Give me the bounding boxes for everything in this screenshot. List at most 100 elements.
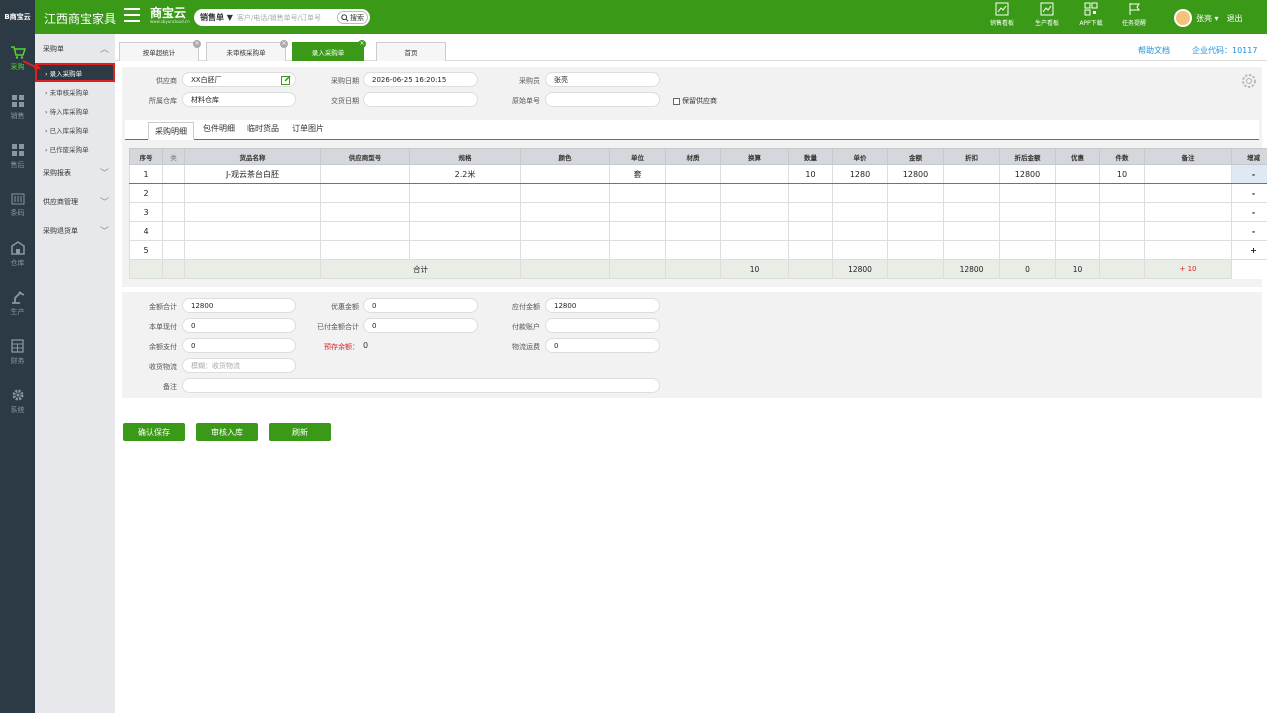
nav-sales[interactable]: 销售: [0, 83, 35, 132]
table-row[interactable]: 4-: [129, 221, 1267, 241]
table-cell[interactable]: J-观云茶台白胚: [184, 164, 321, 184]
table-cell[interactable]: [320, 183, 410, 203]
table-cell[interactable]: [943, 221, 1000, 241]
tab-order-images[interactable]: 订单图片: [292, 123, 324, 134]
table-cell[interactable]: [999, 183, 1056, 203]
table-cell[interactable]: [943, 202, 1000, 222]
table-cell[interactable]: [720, 221, 789, 241]
nav-finance[interactable]: 财务: [0, 328, 35, 377]
table-cell[interactable]: [520, 240, 610, 260]
table-cell[interactable]: [520, 221, 610, 241]
table-cell[interactable]: [887, 240, 944, 260]
table-cell[interactable]: 5: [129, 240, 163, 260]
table-cell[interactable]: [788, 202, 833, 222]
table-cell[interactable]: 10: [788, 164, 833, 184]
table-cell[interactable]: [665, 183, 721, 203]
table-cell[interactable]: [320, 240, 410, 260]
tab-home[interactable]: 首页: [376, 42, 446, 61]
note-field[interactable]: [182, 378, 660, 393]
logout-link[interactable]: 退出: [1227, 13, 1243, 24]
table-cell[interactable]: [788, 221, 833, 241]
menu-toggle-icon[interactable]: [124, 8, 140, 22]
table-cell[interactable]: [887, 221, 944, 241]
table-row[interactable]: 1 J-观云茶台白胚 2.2米套 10 1280 12800 12800 10-: [129, 164, 1267, 184]
balance-pay-field[interactable]: 0: [182, 338, 296, 353]
tab-package-detail[interactable]: 包件明细: [203, 123, 235, 134]
table-cell[interactable]: 3: [129, 202, 163, 222]
submenu-new-purchase[interactable]: › 录入采购单: [35, 63, 115, 82]
refresh-button[interactable]: 刷新: [269, 423, 331, 441]
table-cell[interactable]: [1144, 183, 1232, 203]
table-cell[interactable]: [832, 221, 888, 241]
table-cell[interactable]: [520, 202, 610, 222]
table-cell[interactable]: [720, 202, 789, 222]
table-cell[interactable]: [162, 240, 185, 260]
sales-dashboard-button[interactable]: 销售看板: [985, 2, 1019, 27]
search-input[interactable]: 客户/电话/销售单号/订单号: [237, 13, 337, 23]
table-cell[interactable]: 10: [1099, 164, 1145, 184]
purchase-date-field[interactable]: 2026-06-25 16:20:15: [363, 72, 478, 87]
total-amount-field[interactable]: 12800: [182, 298, 296, 313]
nav-production[interactable]: 生产: [0, 279, 35, 328]
table-cell[interactable]: [320, 202, 410, 222]
table-cell[interactable]: [162, 221, 185, 241]
table-cell[interactable]: 1280: [832, 164, 888, 184]
table-cell[interactable]: [609, 202, 666, 222]
table-cell[interactable]: [1144, 164, 1232, 184]
table-cell[interactable]: [887, 183, 944, 203]
table-cell[interactable]: 4: [129, 221, 163, 241]
table-cell[interactable]: [1099, 240, 1145, 260]
table-cell[interactable]: [1099, 183, 1145, 203]
delivery-date-field[interactable]: [363, 92, 478, 107]
table-cell[interactable]: [184, 221, 321, 241]
table-cell[interactable]: [320, 164, 410, 184]
table-cell[interactable]: [832, 240, 888, 260]
nav-aftersales[interactable]: 售后: [0, 132, 35, 181]
logistics-field[interactable]: 模糊：收货物流: [182, 358, 296, 373]
nav-warehouse[interactable]: 仓库: [0, 230, 35, 279]
nav-system[interactable]: 系统: [0, 377, 35, 426]
tab-purchase-detail[interactable]: 采购明细: [148, 122, 194, 140]
table-cell[interactable]: 2: [129, 183, 163, 203]
submenu-purchase-order[interactable]: 采购单 ︿: [35, 34, 115, 63]
user-menu[interactable]: 张亮 ▾ 退出: [1174, 9, 1243, 27]
table-row[interactable]: 3-: [129, 202, 1267, 222]
table-cell[interactable]: [788, 240, 833, 260]
table-cell[interactable]: [720, 240, 789, 260]
paid-total-field[interactable]: 0: [363, 318, 478, 333]
original-no-field[interactable]: [545, 92, 660, 107]
table-cell[interactable]: 1: [129, 164, 163, 184]
table-cell[interactable]: [832, 183, 888, 203]
table-cell[interactable]: [1055, 240, 1100, 260]
table-cell[interactable]: [520, 183, 610, 203]
remove-row-button[interactable]: -: [1231, 164, 1267, 184]
table-cell[interactable]: [1055, 183, 1100, 203]
table-cell[interactable]: [609, 183, 666, 203]
search-button[interactable]: 搜索: [337, 11, 368, 24]
tab-unreviewed[interactable]: 未审核采购单 ×: [206, 40, 288, 61]
nav-barcode[interactable]: 条码: [0, 181, 35, 230]
tab-new-purchase[interactable]: 录入采购单 ×: [292, 40, 366, 61]
table-cell[interactable]: [409, 221, 521, 241]
remove-row-button[interactable]: -: [1231, 202, 1267, 222]
table-cell[interactable]: [720, 164, 789, 184]
submenu-purchase-return[interactable]: 采购退货单 ﹀: [35, 216, 115, 245]
table-cell[interactable]: [788, 183, 833, 203]
table-row[interactable]: 2-: [129, 183, 1267, 203]
freight-field[interactable]: 0: [545, 338, 660, 353]
settings-icon[interactable]: [1240, 72, 1258, 90]
buyer-field[interactable]: 张亮: [545, 72, 660, 87]
submenu-voided[interactable]: › 已作废采购单: [35, 139, 115, 158]
table-cell[interactable]: [943, 183, 1000, 203]
submenu-stored[interactable]: › 已入库采购单: [35, 120, 115, 139]
submenu-pending-storage[interactable]: › 待入库采购单: [35, 101, 115, 120]
help-docs-link[interactable]: 帮助文档: [1138, 45, 1170, 56]
table-cell[interactable]: [609, 240, 666, 260]
table-cell[interactable]: [1055, 164, 1100, 184]
table-cell[interactable]: [409, 183, 521, 203]
table-cell[interactable]: [1144, 221, 1232, 241]
global-search[interactable]: 销售单 ▼ 客户/电话/销售单号/订单号 搜索: [194, 9, 370, 26]
table-cell[interactable]: [520, 164, 610, 184]
table-cell[interactable]: [1055, 202, 1100, 222]
production-dashboard-button[interactable]: 生产看板: [1030, 2, 1064, 27]
